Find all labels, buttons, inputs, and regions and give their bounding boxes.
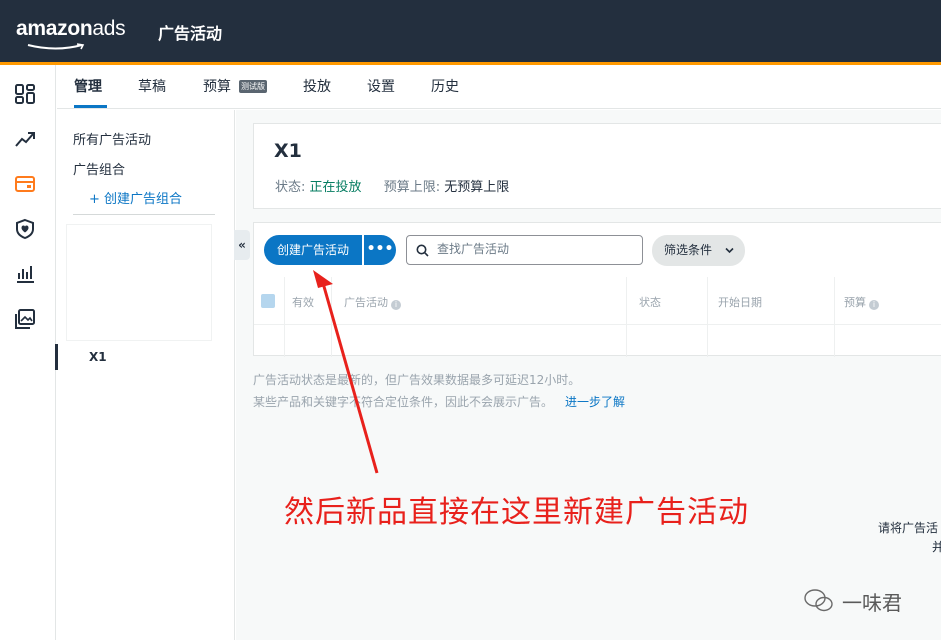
red-arrow-annotation [313,270,379,474]
clipped-text-line1: 请将广告活 [878,521,939,535]
watermark-text: 一味君 [842,591,902,615]
wechat-icon [804,589,833,612]
clipped-text-line2: 并 [932,540,941,554]
annotation-text: 然后新品直接在这里新建广告活动 [284,495,749,530]
